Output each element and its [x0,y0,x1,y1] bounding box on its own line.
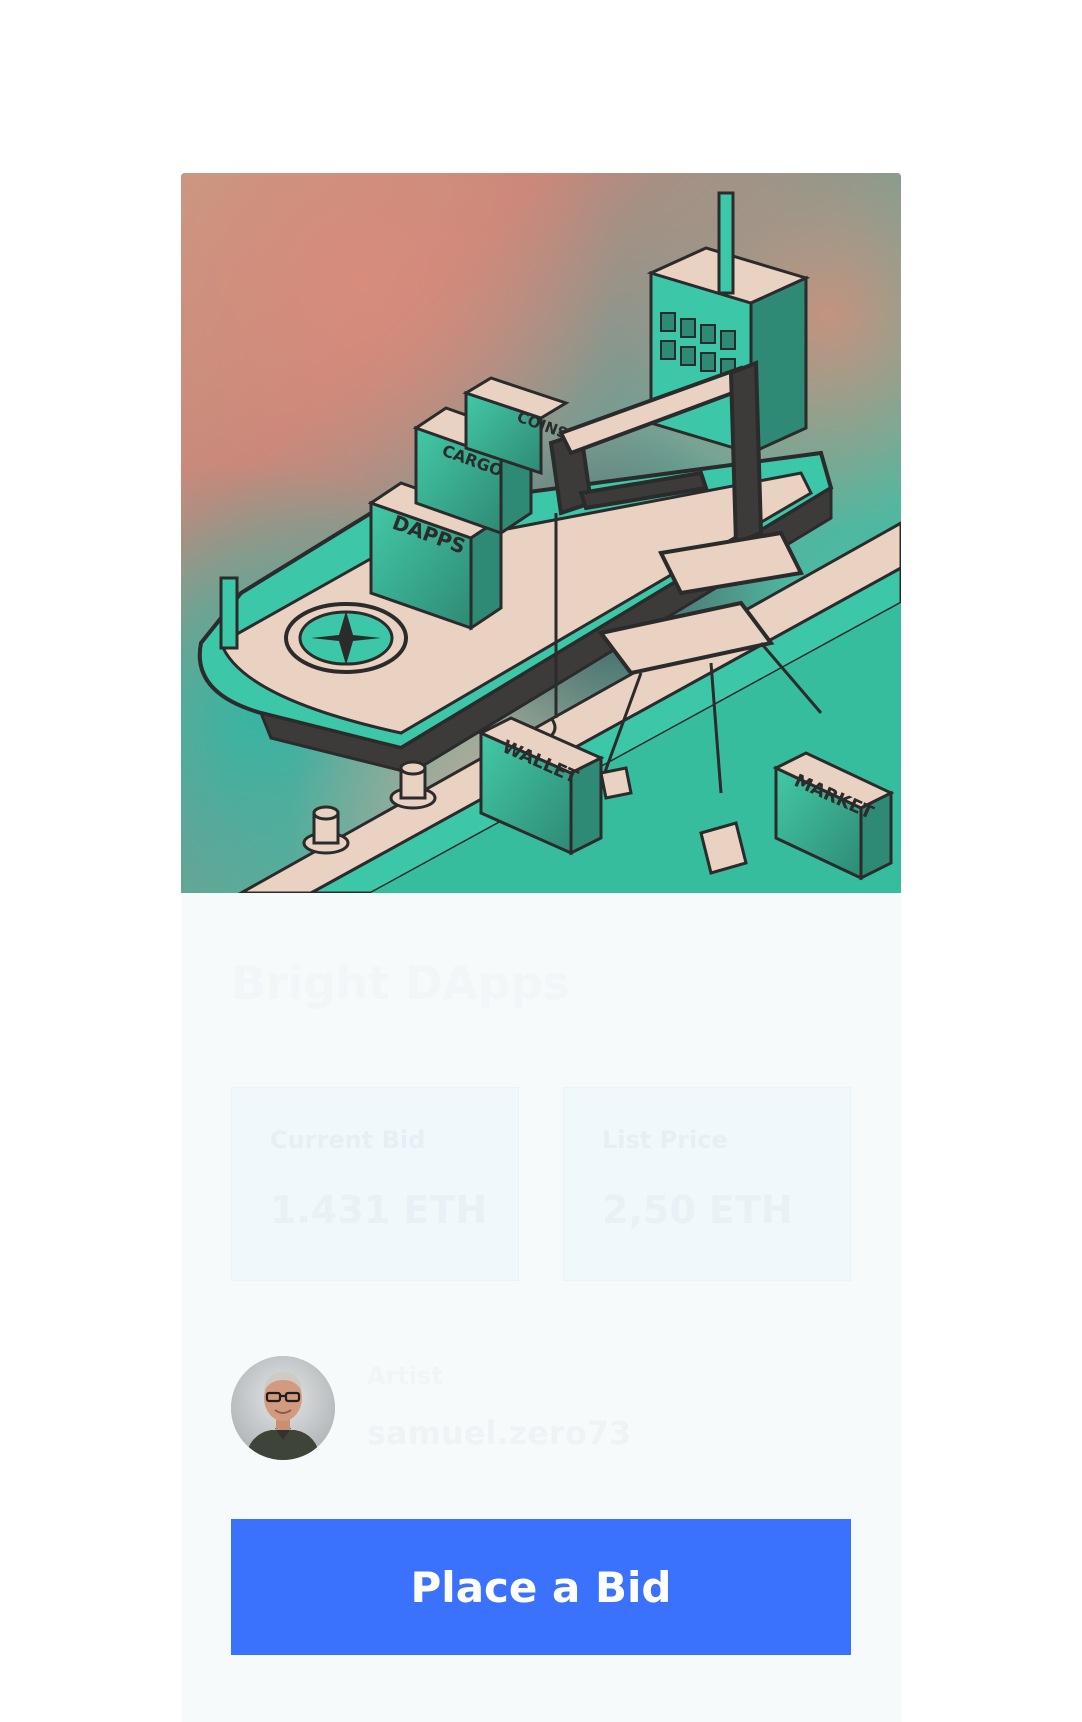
nft-info-panel: Bright DApps Current Bid 1.431 ETH List … [181,893,901,1722]
artist-section[interactable]: Artist samuel.zero73 [231,1356,851,1460]
current-bid-box: Current Bid 1.431 ETH [231,1087,519,1281]
list-price-box: List Price 2,50 ETH [563,1087,851,1281]
artist-name-link[interactable]: samuel.zero73 [367,1414,631,1452]
list-price-label: List Price [602,1126,728,1154]
nft-title: Bright DApps [231,956,570,1010]
page: DAPPS CARGO COINS WALLET MARKET Bright D… [0,0,1082,1722]
place-bid-button[interactable]: Place a Bid [231,1519,851,1655]
current-bid-value: 1.431 ETH [270,1188,488,1232]
nft-artwork-image[interactable]: DAPPS CARGO COINS WALLET MARKET [181,173,901,893]
list-price-value: 2,50 ETH [602,1188,793,1232]
artist-label: Artist [367,1362,443,1390]
artist-avatar[interactable] [231,1356,335,1460]
current-bid-label: Current Bid [270,1126,426,1154]
nft-card: DAPPS CARGO COINS WALLET MARKET Bright D… [181,173,901,1722]
